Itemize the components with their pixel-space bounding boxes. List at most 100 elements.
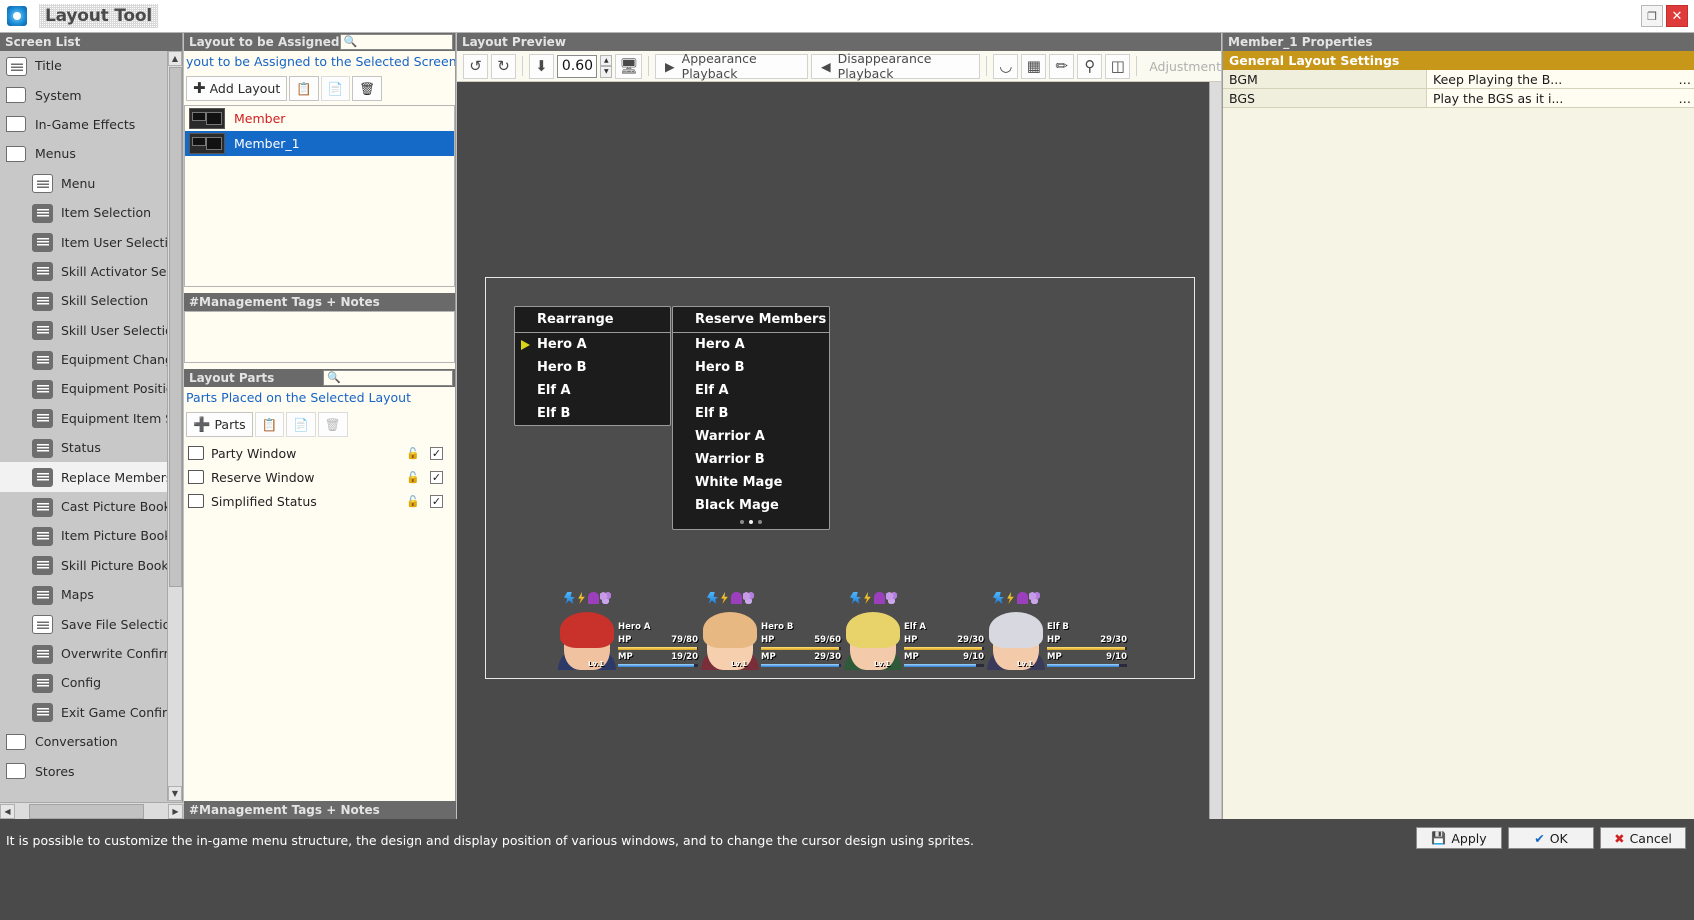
zoom-up-button[interactable]: ▲ bbox=[600, 54, 613, 66]
scroll-right-arrow[interactable]: ▶ bbox=[168, 803, 183, 819]
layout-part-row[interactable]: Simplified Status 🔓 ✓ bbox=[184, 489, 455, 513]
parts-search-input[interactable] bbox=[340, 371, 452, 385]
expand-icon[interactable]: … bbox=[1679, 70, 1692, 88]
party-member-block[interactable]: Lv.1 Elf A HP 29/30 MP 9/10 bbox=[844, 592, 987, 670]
zoom-value[interactable]: 0.60 bbox=[556, 54, 598, 78]
party-member-block[interactable]: Lv.1 Hero A HP 79/80 MP 19/20 bbox=[558, 592, 701, 670]
layout-search-box[interactable]: 🔍 bbox=[339, 34, 453, 50]
sidebar-item-maps[interactable]: Maps bbox=[0, 580, 168, 609]
layout-list-item[interactable]: Member_1 bbox=[185, 131, 454, 156]
paste-layout-button[interactable]: 📄 bbox=[320, 76, 351, 101]
page-dot[interactable] bbox=[740, 520, 744, 524]
sidebar-item-exit-game-confirmation[interactable]: Exit Game Confirmation bbox=[0, 698, 168, 727]
reserve-item[interactable]: Elf A bbox=[673, 379, 829, 402]
property-row[interactable]: BGS Play the BGS as it i...… bbox=[1223, 89, 1694, 108]
sidebar-item-in-game-effects[interactable]: In-Game Effects bbox=[0, 110, 168, 139]
reserve-item[interactable]: Elf B bbox=[673, 402, 829, 425]
visibility-checkbox[interactable]: ✓ bbox=[430, 494, 443, 508]
reserve-item[interactable]: Warrior A bbox=[673, 425, 829, 448]
layout-parts-list[interactable]: Party Window 🔓 ✓ Reserve Window 🔓 ✓ Simplified… bbox=[184, 441, 455, 513]
screen-list-items[interactable]: Title System In-Game Effects Menus Menu Item … bbox=[0, 51, 168, 801]
management-tags-box[interactable] bbox=[184, 311, 455, 363]
party-member-block[interactable]: Lv.1 Elf B HP 29/30 MP 9/10 bbox=[987, 592, 1130, 670]
sidebar-item-skill-user-selection[interactable]: Skill User Selection bbox=[0, 316, 168, 345]
sidebar-item-overwrite-confirmation[interactable]: Overwrite Confirmation bbox=[0, 639, 168, 668]
rearrange-window[interactable]: Rearrange Hero A Hero B Elf A Elf B bbox=[514, 306, 671, 426]
copy-part-button[interactable]: 📋 bbox=[254, 412, 285, 437]
sidebar-item-equipment-position[interactable]: Equipment Position bbox=[0, 374, 168, 403]
layout-part-row[interactable]: Reserve Window 🔓 ✓ bbox=[184, 465, 455, 489]
magnet-snap-button[interactable]: ◡ bbox=[993, 53, 1019, 79]
assign-note-link[interactable]: yout to be Assigned to the Selected Scre… bbox=[184, 51, 455, 72]
parts-note-link[interactable]: Parts Placed on the Selected Layout bbox=[184, 387, 455, 408]
scroll-up-arrow[interactable]: ▲ bbox=[168, 51, 182, 66]
sidebar-item-status[interactable]: Status bbox=[0, 433, 168, 462]
sidebar-item-equipment-item-selection[interactable]: Equipment Item Selection bbox=[0, 404, 168, 433]
zoom-down-button[interactable]: ▼ bbox=[600, 66, 613, 78]
reserve-item[interactable]: Warrior B bbox=[673, 448, 829, 471]
hscroll-thumb[interactable] bbox=[29, 803, 144, 819]
sidebar-item-replace-members[interactable]: Replace Members bbox=[0, 462, 168, 492]
screen-list-vscrollbar[interactable]: ▲ ▼ bbox=[167, 51, 182, 801]
sidebar-item-skill-selection[interactable]: Skill Selection bbox=[0, 286, 168, 315]
monitor-preview-button[interactable]: 🖥 bbox=[615, 53, 643, 79]
disappearance-playback-button[interactable]: ◀ Disappearance Playback bbox=[811, 51, 981, 81]
anchor-point-button[interactable]: ⚲ bbox=[1077, 53, 1103, 79]
page-indicator[interactable] bbox=[740, 520, 762, 524]
visibility-checkbox[interactable]: ✓ bbox=[430, 470, 443, 484]
sidebar-item-skill-picture-book[interactable]: Skill Picture Book bbox=[0, 551, 168, 580]
zoom-stepper[interactable]: ▲ ▼ bbox=[600, 54, 613, 78]
close-button[interactable]: ✕ bbox=[1666, 5, 1688, 27]
layout-part-row[interactable]: Party Window 🔓 ✓ bbox=[184, 441, 455, 465]
screen-list-hscrollbar[interactable]: ◀ ▶ bbox=[0, 802, 183, 819]
paste-part-button[interactable]: 📄 bbox=[286, 412, 316, 437]
maximize-button[interactable]: ❐ bbox=[1641, 5, 1663, 27]
sidebar-item-title[interactable]: Title bbox=[0, 51, 168, 80]
party-member-block[interactable]: Lv.1 Hero B HP 59/60 MP 29/30 bbox=[701, 592, 844, 670]
delete-layout-button[interactable]: 🗑 bbox=[352, 76, 383, 101]
parts-search-box[interactable]: 🔍 bbox=[323, 370, 453, 386]
reserve-item[interactable]: White Mage bbox=[673, 471, 829, 494]
grid-toggle-button[interactable]: ▦ bbox=[1021, 53, 1047, 79]
add-parts-button[interactable]: ➕ Parts bbox=[186, 412, 253, 437]
sidebar-item-conversation[interactable]: Conversation bbox=[0, 727, 168, 756]
cancel-button[interactable]: ✖ Cancel bbox=[1600, 827, 1686, 849]
redo-button[interactable]: ↺ bbox=[463, 53, 488, 79]
reserve-item[interactable]: Hero A bbox=[673, 333, 829, 356]
ruler-button[interactable]: ✏ bbox=[1049, 53, 1075, 79]
add-layout-button[interactable]: ✚ Add Layout bbox=[186, 76, 288, 101]
game-screen[interactable]: Rearrange Hero A Hero B Elf A Elf B Reserve… bbox=[485, 277, 1195, 679]
page-dot[interactable] bbox=[758, 520, 762, 524]
rearrange-item[interactable]: Elf B bbox=[515, 402, 670, 425]
reserve-window[interactable]: Reserve Members Hero A Hero B Elf A Elf B Wa… bbox=[672, 306, 830, 530]
rearrange-item[interactable]: Elf A bbox=[515, 379, 670, 402]
layout-boxes-button[interactable]: ◫ bbox=[1105, 53, 1131, 79]
visibility-checkbox[interactable]: ✓ bbox=[430, 446, 443, 460]
scroll-left-arrow[interactable]: ◀ bbox=[0, 803, 15, 819]
rearrange-item[interactable]: Hero A bbox=[515, 333, 670, 356]
page-dot[interactable] bbox=[749, 520, 753, 524]
preview-vscrollbar[interactable] bbox=[1209, 82, 1221, 819]
property-row[interactable]: BGM Keep Playing the B...… bbox=[1223, 70, 1694, 89]
sidebar-item-menu[interactable]: Menu bbox=[0, 169, 168, 198]
delete-part-button[interactable]: 🗑 bbox=[317, 412, 348, 437]
preview-canvas[interactable]: Rearrange Hero A Hero B Elf A Elf B Reserve… bbox=[457, 82, 1221, 819]
sidebar-item-item-user-selection[interactable]: Item User Selection bbox=[0, 227, 168, 256]
reserve-item[interactable]: Hero B bbox=[673, 356, 829, 379]
copy-layout-button[interactable]: 📋 bbox=[289, 76, 319, 101]
fit-to-screen-button[interactable]: ⬇ bbox=[528, 53, 554, 79]
property-value[interactable]: Play the BGS as it i...… bbox=[1427, 89, 1694, 107]
sidebar-item-skill-activator-selection[interactable]: Skill Activator Selection bbox=[0, 257, 168, 286]
layout-search-input[interactable] bbox=[357, 35, 452, 49]
undo-button[interactable]: ↻ bbox=[491, 53, 516, 79]
sidebar-item-system[interactable]: System bbox=[0, 80, 168, 109]
sidebar-item-equipment-change[interactable]: Equipment Change bbox=[0, 345, 168, 374]
appearance-playback-button[interactable]: ▶ Appearance Playback bbox=[655, 51, 809, 81]
scroll-thumb[interactable] bbox=[169, 67, 182, 587]
sidebar-item-item-selection[interactable]: Item Selection bbox=[0, 198, 168, 227]
lock-icon[interactable]: 🔓 bbox=[406, 470, 420, 484]
layout-list[interactable]: Member Member_1 bbox=[184, 105, 455, 287]
sidebar-item-cast-picture-book[interactable]: Cast Picture Book bbox=[0, 492, 168, 521]
expand-icon[interactable]: … bbox=[1679, 89, 1692, 107]
sidebar-item-save-file-selection[interactable]: Save File Selection bbox=[0, 609, 168, 638]
